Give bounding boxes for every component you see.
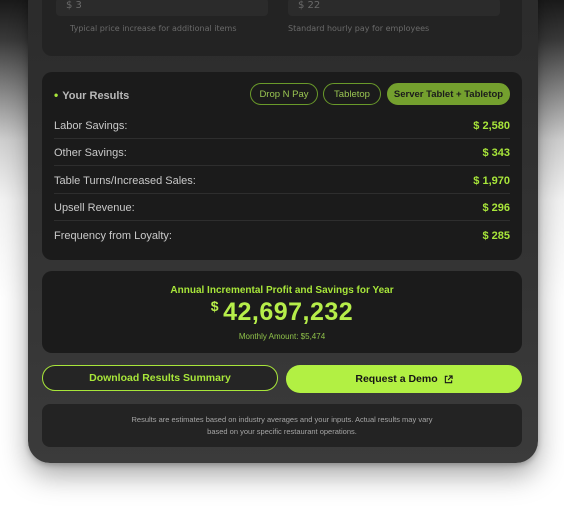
request-demo-label: Request a Demo xyxy=(355,373,438,385)
external-link-icon xyxy=(444,374,453,384)
result-value: $ 2,580 xyxy=(473,119,510,132)
price-increase-input[interactable]: $ 3 xyxy=(56,0,268,16)
result-value: $ 343 xyxy=(482,146,510,159)
result-value: $ 285 xyxy=(482,230,510,242)
result-row-labor: Labor Savings: $ 2,580 xyxy=(54,113,510,139)
download-results-label: Download Results Summary xyxy=(89,372,231,384)
inputs-row: $ 3 $ 22 xyxy=(56,0,508,18)
result-value: $ 1,970 xyxy=(473,174,510,187)
hourly-pay-hint: Standard hourly pay for employees xyxy=(288,24,430,33)
result-row-upsell: Upsell Revenue: $ 296 xyxy=(54,195,510,221)
monthly-amount: Monthly Amount: $5,474 xyxy=(238,332,326,341)
result-value: $ 296 xyxy=(482,201,510,214)
hourly-pay-input[interactable]: $ 22 xyxy=(288,0,500,16)
tab-tabletop[interactable]: Tabletop xyxy=(323,83,381,105)
result-row-other: Other Savings: $ 343 xyxy=(54,140,510,166)
currency-symbol: $ xyxy=(210,298,220,314)
result-label: Upsell Revenue: xyxy=(54,201,135,214)
request-demo-button[interactable]: Request a Demo xyxy=(286,365,522,393)
result-label: Table Turns/Increased Sales: xyxy=(54,174,196,187)
result-label: Labor Savings: xyxy=(54,119,128,132)
annual-amount: $42,697,232 xyxy=(42,298,522,327)
annual-total-panel: Annual Incremental Profit and Savings fo… xyxy=(42,271,522,353)
results-heading: • Your Results xyxy=(54,88,129,102)
annual-amount-value: 42,697,232 xyxy=(223,298,354,326)
result-label: Other Savings: xyxy=(54,146,127,159)
result-label: Frequency from Loyalty: xyxy=(54,230,172,242)
tab-drop-n-pay[interactable]: Drop N Pay xyxy=(250,83,318,105)
tab-server-tablet-tabletop[interactable]: Server Tablet + Tabletop xyxy=(387,83,510,105)
price-increase-hint: Typical price increase for additional it… xyxy=(70,24,237,33)
disclaimer-note: Results are estimates based on industry … xyxy=(42,404,522,447)
download-results-button[interactable]: Download Results Summary xyxy=(42,365,278,391)
result-row-loyalty: Frequency from Loyalty: $ 285 xyxy=(54,223,510,249)
results-panel: • Your Results Drop N Pay Tabletop Server… xyxy=(42,72,522,260)
bullet-dot-icon: • xyxy=(54,88,59,102)
result-row-table-turns: Table Turns/Increased Sales: $ 1,970 xyxy=(54,168,510,194)
annual-title: Annual Incremental Profit and Savings fo… xyxy=(170,285,394,296)
results-title: Your Results xyxy=(62,90,130,102)
